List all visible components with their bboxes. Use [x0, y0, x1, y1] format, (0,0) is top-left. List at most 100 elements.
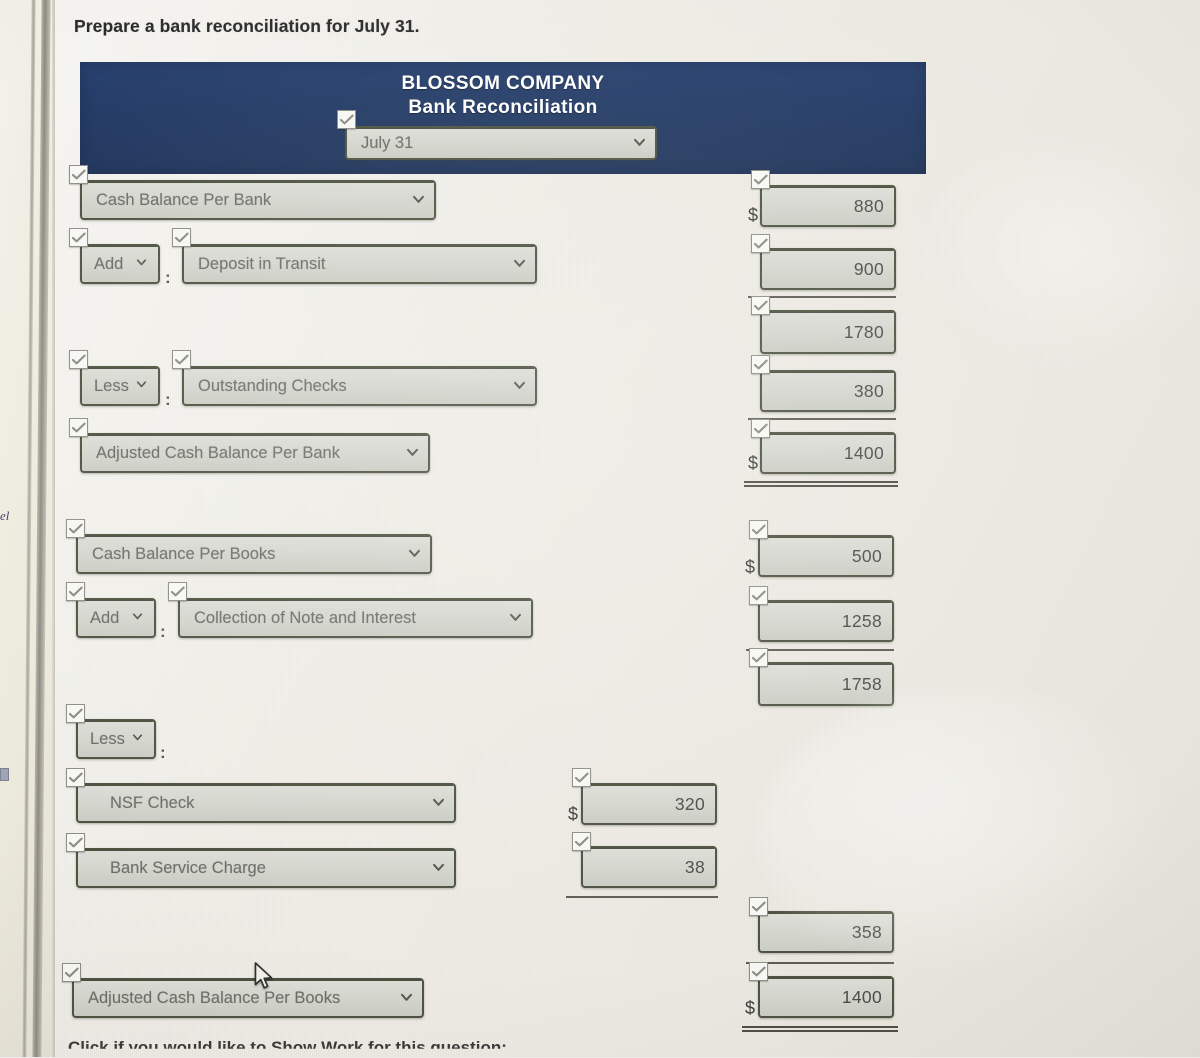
books-row-6-label-select[interactable]: Bank Service Charge	[76, 848, 456, 888]
chevron-down-icon	[513, 379, 526, 392]
books-grand-total-double-rule	[742, 1026, 898, 1032]
bank-row-4-label-select[interactable]: Outstanding Checks	[182, 366, 537, 406]
books-row-5-amount-input[interactable]: 320	[581, 783, 717, 825]
show-work-footer[interactable]: Click if you would like to Show Work for…	[68, 1038, 507, 1049]
books-row-1-label-select[interactable]: Cash Balance Per Books	[76, 534, 432, 574]
books-row-2-label: Collection of Note and Interest	[194, 608, 416, 627]
row-check-badge	[66, 704, 85, 723]
bank-row-4-qualifier-select[interactable]: Less	[80, 366, 160, 406]
colon-separator: :	[165, 268, 171, 287]
amount-check-badge	[749, 962, 768, 981]
chevron-down-icon	[132, 732, 145, 745]
books-row-2-qualifier: Add	[90, 608, 120, 627]
row-check-badge	[168, 582, 187, 601]
chevron-down-icon	[408, 547, 421, 560]
bank-row-1-label-select[interactable]: Cash Balance Per Bank	[80, 180, 436, 220]
books-row-7-amount-input[interactable]: 358	[758, 911, 894, 953]
bank-row-1-amount-input[interactable]: 880	[760, 185, 896, 227]
bank-row-5-label-select[interactable]: Adjusted Cash Balance Per Bank	[80, 433, 430, 473]
bank-row-1-label: Cash Balance Per Bank	[96, 190, 272, 209]
bank-row-2-label: Deposit in Transit	[198, 254, 326, 273]
dollar-sign: $	[745, 557, 756, 577]
amount-check-badge	[572, 832, 591, 851]
books-row-4-qualifier: Less	[90, 729, 125, 748]
statement-title: Bank Reconciliation	[408, 97, 598, 118]
books-row-1-amount-input[interactable]: 500	[758, 535, 894, 577]
bank-row-5-label: Adjusted Cash Balance Per Bank	[96, 443, 340, 462]
books-row-8-label-select[interactable]: Adjusted Cash Balance Per Books	[72, 978, 424, 1018]
books-row-2-label-select[interactable]: Collection of Note and Interest	[178, 598, 533, 638]
amount-check-badge	[749, 897, 768, 916]
bank-reconciliation-worksheet: Prepare a bank reconciliation for July 3…	[0, 0, 1200, 1057]
chevron-down-icon	[432, 861, 445, 874]
amount-check-badge	[749, 648, 768, 667]
chevron-down-icon	[136, 379, 149, 392]
dollar-sign: $	[748, 205, 759, 225]
books-row-2-amount: 1258	[841, 610, 882, 631]
bank-row-2-amount: 900	[853, 258, 884, 279]
books-row-1-label: Cash Balance Per Books	[92, 544, 276, 563]
colon-separator: :	[160, 622, 166, 641]
row-check-badge	[172, 350, 191, 369]
row-check-badge	[69, 228, 88, 247]
row-check-badge	[69, 418, 88, 437]
row-check-badge	[66, 768, 85, 787]
books-row-6-amount-input[interactable]: 38	[581, 846, 717, 888]
bank-row-5-amount-input[interactable]: 1400	[760, 432, 896, 474]
books-row-2-qualifier-select[interactable]: Add	[76, 598, 156, 638]
bank-row-4-amount: 380	[853, 380, 884, 401]
company-name: BLOSSOM COMPANY	[401, 73, 605, 94]
amount-check-badge	[751, 234, 770, 253]
row-check-badge	[172, 228, 191, 247]
books-row-5-label: NSF Check	[110, 793, 195, 812]
bank-row-2-label-select[interactable]: Deposit in Transit	[182, 244, 537, 284]
chevron-down-icon	[412, 193, 425, 206]
bank-row-3-amount-input[interactable]: 1780	[760, 310, 896, 354]
total-rule	[746, 962, 894, 964]
question-prompt: Prepare a bank reconciliation for July 3…	[74, 16, 420, 36]
amount-check-badge	[751, 170, 770, 189]
amount-check-badge	[751, 419, 770, 438]
books-row-7-amount: 358	[851, 921, 882, 942]
books-row-8-amount: 1400	[841, 986, 882, 1007]
amount-check-badge	[749, 586, 768, 605]
row-check-badge	[69, 165, 88, 184]
statement-date-value: July 31	[361, 133, 414, 152]
books-row-5-label-select[interactable]: NSF Check	[76, 783, 456, 823]
books-row-3-amount-input[interactable]: 1758	[758, 662, 894, 706]
row-check-badge	[62, 963, 81, 982]
bank-row-5-amount: 1400	[843, 442, 884, 463]
row-check-badge	[66, 833, 85, 852]
bank-row-4-label: Outstanding Checks	[198, 376, 347, 395]
subtotal-rule	[746, 649, 894, 651]
books-row-2-amount-input[interactable]: 1258	[758, 600, 894, 642]
chevron-down-icon	[400, 991, 413, 1004]
amount-check-badge	[749, 520, 768, 539]
row-check-badge	[69, 350, 88, 369]
mouse-pointer-icon	[254, 962, 273, 989]
books-row-8-amount-input[interactable]: 1400	[758, 976, 894, 1018]
bank-row-3-amount: 1780	[843, 321, 884, 342]
chevron-down-icon	[132, 611, 145, 624]
row-check-badge	[66, 582, 85, 601]
bank-grand-total-double-rule	[744, 481, 898, 487]
books-row-3-amount: 1758	[841, 673, 882, 694]
bank-row-2-amount-input[interactable]: 900	[760, 248, 896, 290]
bank-row-4-amount-input[interactable]: 380	[760, 370, 896, 412]
bank-row-1-amount: 880	[853, 195, 884, 216]
statement-date-select[interactable]: July 31	[345, 126, 657, 160]
bank-row-2-qualifier-select[interactable]: Add	[80, 244, 160, 284]
colon-separator: :	[160, 743, 166, 762]
row-check-badge	[66, 519, 85, 538]
amount-check-badge	[572, 768, 591, 787]
bank-row-2-qualifier: Add	[94, 254, 124, 273]
dollar-sign: $	[745, 998, 756, 1018]
books-row-4-qualifier-select[interactable]: Less	[76, 719, 156, 759]
subtotal-rule	[748, 296, 896, 298]
chevron-down-icon	[432, 796, 445, 809]
chevron-down-icon	[633, 136, 646, 149]
books-row-6-amount: 38	[684, 856, 705, 877]
books-row-6-label: Bank Service Charge	[110, 858, 266, 877]
colon-separator: :	[165, 390, 171, 409]
chevron-down-icon	[406, 446, 419, 459]
